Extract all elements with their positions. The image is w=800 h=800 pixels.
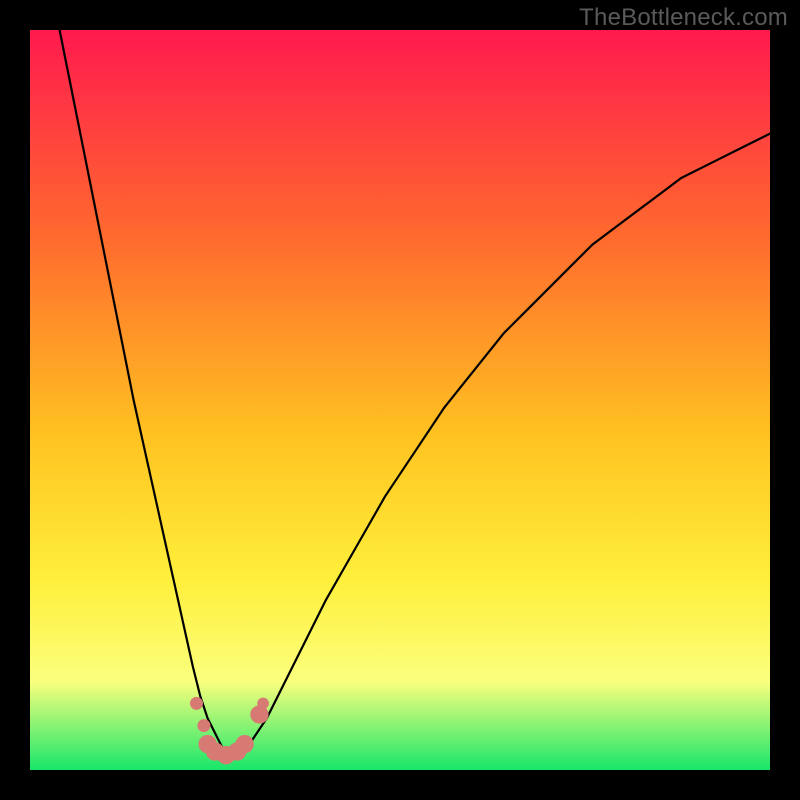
data-marker: [236, 735, 253, 752]
data-marker: [191, 697, 203, 709]
watermark-text: TheBottleneck.com: [579, 4, 788, 32]
chart-stage: TheBottleneck.com: [0, 0, 800, 800]
gradient-background: [30, 30, 770, 770]
bottleneck-chart: [30, 30, 770, 770]
data-marker: [258, 698, 269, 709]
data-marker: [198, 720, 210, 732]
